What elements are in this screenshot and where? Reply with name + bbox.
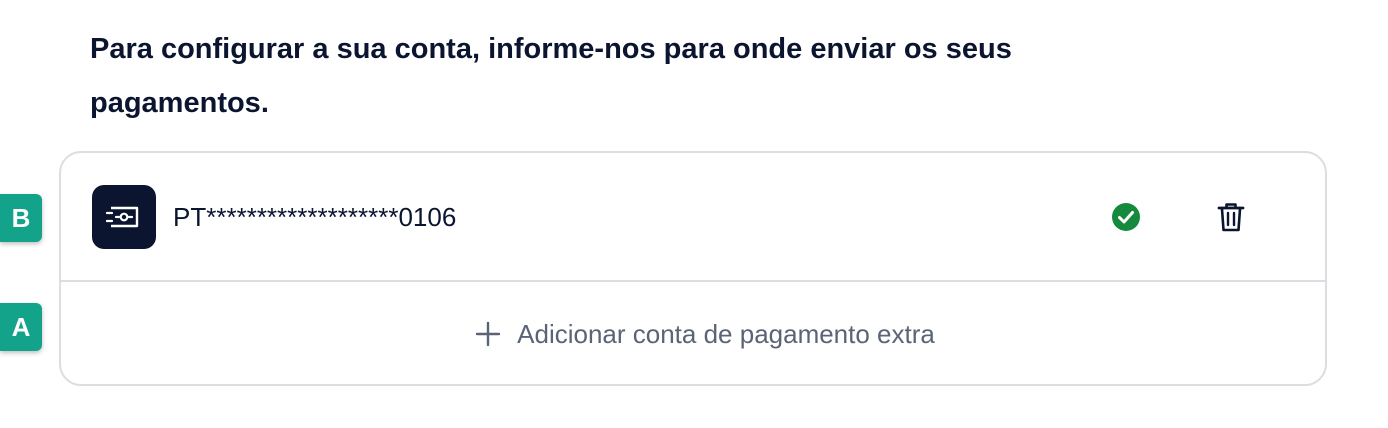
add-payment-account-button[interactable]: Adicionar conta de pagamento extra	[61, 282, 1325, 384]
annotation-badge-b: B	[0, 194, 42, 242]
masked-iban: PT*******************0106	[173, 202, 457, 232]
add-payment-account-label: Adicionar conta de pagamento extra	[517, 318, 935, 349]
trash-icon[interactable]	[1213, 199, 1249, 235]
annotation-badge-a: A	[0, 303, 42, 351]
payment-accounts-card: PT*******************0106 Adicionar cont…	[59, 151, 1327, 386]
page-heading: Para configurar a sua conta, informe-nos…	[90, 33, 1012, 119]
verified-check-icon	[1112, 203, 1140, 231]
plus-icon	[475, 321, 501, 347]
add-payment-account-content: Adicionar conta de pagamento extra	[475, 319, 935, 350]
bank-card-icon	[92, 185, 156, 249]
payment-account-row: PT*******************0106	[61, 153, 1325, 282]
